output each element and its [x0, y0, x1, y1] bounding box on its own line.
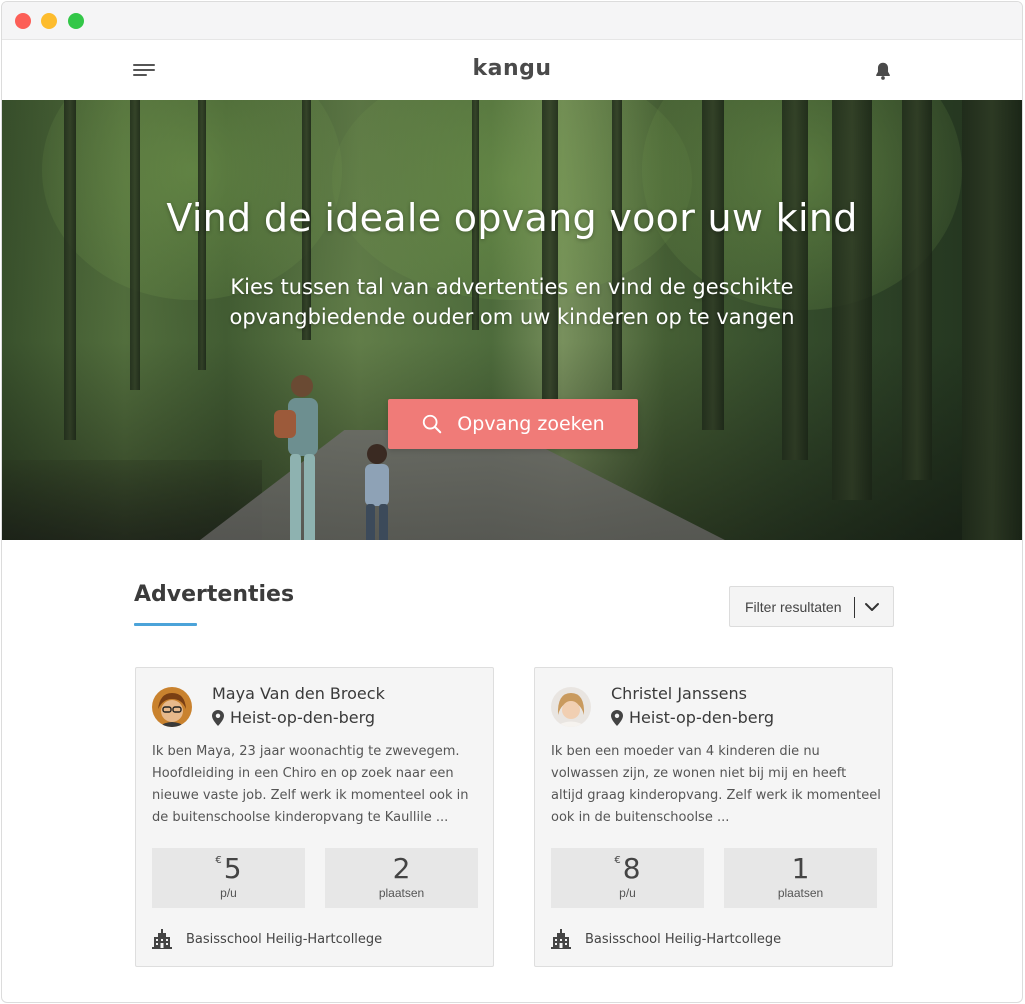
- price-box: €8 p/u: [551, 848, 704, 908]
- price-box: €5 p/u: [152, 848, 305, 908]
- bell-icon[interactable]: [872, 60, 894, 82]
- hero-figure-child: [365, 444, 389, 540]
- price-unit: p/u: [220, 886, 237, 900]
- hero-figure-adult: [274, 375, 318, 540]
- avatar[interactable]: [152, 687, 192, 727]
- filter-label: Filter resultaten: [745, 598, 842, 615]
- filter-divider: [854, 597, 855, 618]
- school-name: Basisschool Heilig-Hartcollege: [186, 931, 383, 947]
- listing-card[interactable]: Maya Van den Broeck Heist-op-den-berg Ik…: [135, 667, 494, 967]
- price-value: 5: [223, 852, 242, 885]
- price-value: 8: [622, 852, 641, 885]
- listing-card[interactable]: Christel Janssens Heist-op-den-berg Ik b…: [534, 667, 893, 967]
- section-title: Advertenties: [134, 582, 295, 607]
- window-titlebar: [2, 2, 1022, 40]
- hero-title: Vind de ideale opvang voor uw kind: [166, 196, 858, 240]
- caregiver-location: Heist-op-den-berg: [611, 708, 774, 727]
- school-name: Basisschool Heilig-Hartcollege: [585, 931, 782, 947]
- listing-description: Ik ben een moeder van 4 kinderen die nu …: [551, 744, 881, 825]
- school-info: Basisschool Heilig-Hartcollege: [551, 929, 781, 949]
- listing-description: Ik ben Maya, 23 jaar woonachtig te zweve…: [152, 744, 469, 825]
- places-box: 1 plaatsen: [724, 848, 877, 908]
- hero-subtitle: Kies tussen tal van advertenties en vind…: [229, 275, 795, 329]
- maximize-window-button[interactable]: [68, 13, 84, 29]
- places-value: 1: [791, 852, 810, 885]
- places-value: 2: [392, 852, 411, 885]
- search-button-label: Opvang zoeken: [457, 413, 605, 435]
- places-label: plaatsen: [378, 886, 425, 900]
- places-label: plaatsen: [777, 886, 824, 900]
- hero-banner: Vind de ideale opvang voor uw kind Kies …: [2, 100, 1022, 540]
- caregiver-location: Heist-op-den-berg: [212, 708, 375, 727]
- currency-symbol: €: [614, 855, 621, 866]
- location-label: Heist-op-den-berg: [230, 708, 376, 727]
- filter-results-dropdown[interactable]: Filter resultaten: [729, 586, 894, 627]
- avatar[interactable]: [551, 687, 591, 727]
- school-building-icon: [551, 929, 571, 949]
- section-title-underline: [134, 623, 197, 626]
- caregiver-name[interactable]: Maya Van den Broeck: [212, 684, 385, 703]
- app-logo[interactable]: kangu: [2, 56, 1022, 81]
- app-header: kangu: [2, 40, 1022, 100]
- caregiver-name[interactable]: Christel Janssens: [611, 684, 747, 703]
- search-childcare-button[interactable]: Opvang zoeken: [388, 399, 638, 449]
- school-building-icon: [152, 929, 172, 949]
- map-pin-icon: [212, 709, 224, 726]
- location-label: Heist-op-den-berg: [629, 708, 775, 727]
- currency-symbol: €: [215, 855, 222, 866]
- close-window-button[interactable]: [15, 13, 31, 29]
- price-unit: p/u: [619, 886, 636, 900]
- places-box: 2 plaatsen: [325, 848, 478, 908]
- search-icon: [423, 414, 442, 434]
- map-pin-icon: [611, 709, 623, 726]
- school-info: Basisschool Heilig-Hartcollege: [152, 929, 382, 949]
- browser-window: kangu Vind de ideale opvang voor uw kind…: [1, 1, 1023, 1003]
- minimize-window-button[interactable]: [41, 13, 57, 29]
- chevron-down-icon[interactable]: [864, 598, 880, 616]
